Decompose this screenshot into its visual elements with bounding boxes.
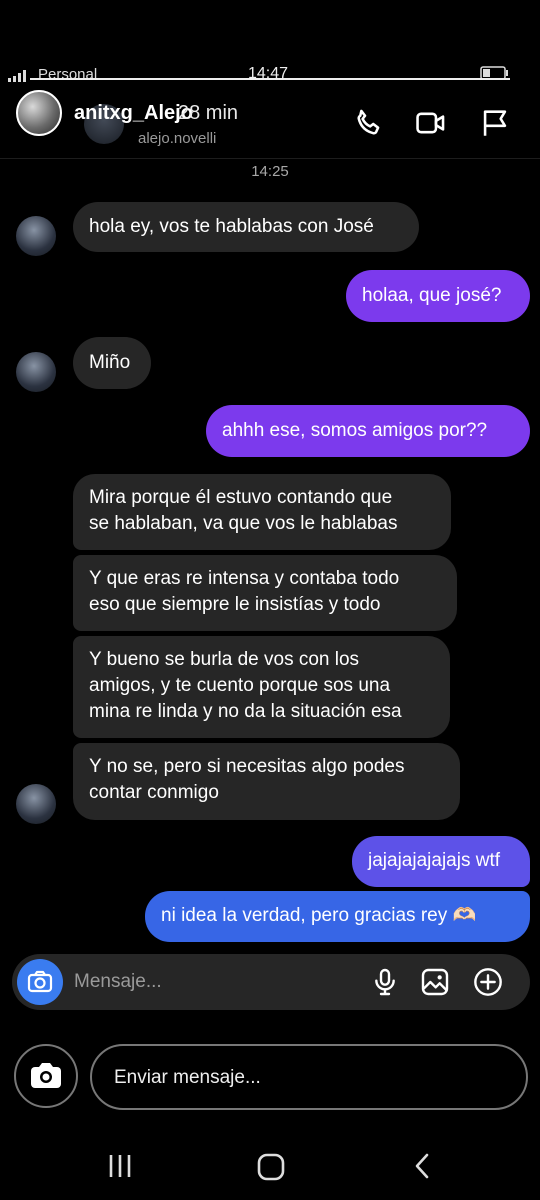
message-line: Y no se, pero si necesitas algo podes — [89, 756, 405, 777]
status-divider — [30, 78, 510, 80]
recents-icon[interactable] — [106, 1152, 134, 1180]
message-sent[interactable]: ahhh ese, somos amigos por?? — [206, 405, 530, 457]
sender-avatar[interactable] — [16, 784, 56, 824]
mic-icon[interactable] — [369, 966, 401, 998]
message-line: Y bueno se burla de vos con los — [89, 649, 360, 670]
status-time: 14:47 — [248, 65, 289, 82]
message-line: contar conmigo — [89, 782, 219, 803]
camera-button[interactable] — [17, 959, 63, 1005]
gallery-icon[interactable] — [419, 966, 451, 998]
back-icon[interactable] — [410, 1152, 436, 1180]
contact-handle: alejo.novelli — [138, 130, 217, 147]
send-message-placeholder: Enviar mensaje... — [114, 1067, 261, 1088]
message-received[interactable]: Y bueno se burla de vos con los amigos, … — [73, 636, 450, 738]
message-sent[interactable]: jajajajajajajs wtf — [352, 836, 530, 887]
message-line: se hablaban, va que vos le hablabas — [89, 513, 398, 534]
sender-avatar[interactable] — [16, 352, 56, 392]
message-received[interactable]: Miño — [73, 337, 151, 389]
last-active: 28 min — [178, 102, 239, 124]
send-message-input[interactable]: Enviar mensaje... — [90, 1044, 528, 1110]
contact-name[interactable]: anitxg_Alejo — [74, 102, 193, 125]
message-received[interactable]: Mira porque él estuvo contando que se ha… — [73, 474, 451, 550]
camera-icon — [27, 970, 53, 993]
contact-avatar[interactable] — [16, 90, 62, 136]
add-icon[interactable] — [472, 966, 504, 998]
chat-timestamp: 14:25 — [251, 163, 289, 180]
status-bar: Personal 14:47 — [0, 62, 540, 88]
camera-reply-button[interactable] — [14, 1044, 78, 1108]
message-input[interactable]: Mensaje... — [74, 971, 162, 993]
message-line: mina re linda y no da la situación esa — [89, 701, 402, 722]
message-line: amigos, y te cuento porque sos una — [89, 675, 391, 696]
message-received[interactable]: hola ey, vos te hablabas con José — [73, 202, 419, 252]
message-received[interactable]: Y no se, pero si necesitas algo podes co… — [73, 743, 460, 820]
message-line: eso que siempre le insistías y todo — [89, 594, 381, 615]
carrier-label: Personal — [38, 66, 98, 83]
sender-avatar[interactable] — [16, 216, 56, 256]
message-sent[interactable]: ni idea la verdad, pero gracias rey 🫶🏻 — [145, 891, 530, 942]
flag-icon[interactable] — [478, 106, 512, 140]
video-icon[interactable] — [414, 106, 448, 140]
message-received[interactable]: Y que eras re intensa y contaba todo eso… — [73, 555, 457, 631]
message-sent[interactable]: holaa, que josé? — [346, 270, 530, 322]
message-line: Y que eras re intensa y contaba todo — [89, 568, 400, 589]
phone-icon[interactable] — [352, 106, 386, 140]
system-nav-bar — [0, 1140, 540, 1200]
message-composer: Mensaje... — [12, 954, 530, 1010]
signal-icon — [8, 70, 26, 82]
home-icon[interactable] — [256, 1152, 286, 1182]
chat-header: anitxg_Alejo 28 min alejo.novelli — [0, 86, 540, 159]
camera-icon — [31, 1063, 61, 1088]
message-line: Mira porque él estuvo contando que — [89, 487, 393, 508]
